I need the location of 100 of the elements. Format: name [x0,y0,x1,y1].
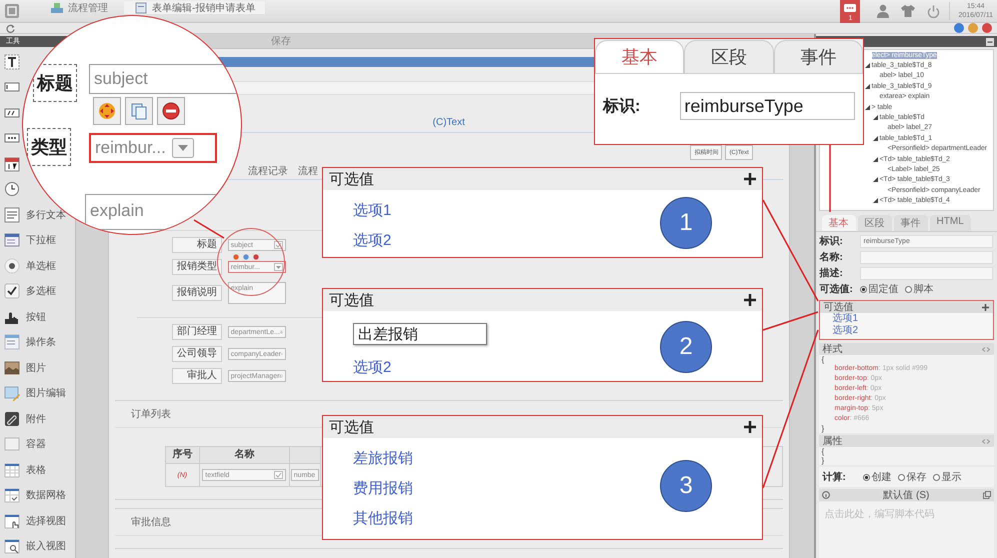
radio-label[interactable]: 保存 [906,470,927,484]
paperclip-icon[interactable] [4,410,20,427]
textarea-icon[interactable] [4,206,20,223]
panel-tab[interactable]: 事件 [774,40,863,73]
checkmark-icon[interactable] [4,283,20,300]
tool-item[interactable]: 操作条 [26,335,56,350]
form-tab[interactable]: 流程记录 [248,164,288,178]
input-field[interactable] [860,250,993,264]
copy-icon[interactable] [242,253,250,261]
add-icon[interactable] [744,294,756,306]
panel-tab[interactable]: 基本 [822,215,856,231]
option-item[interactable]: 选项2 [353,226,660,256]
window-dot-icon[interactable] [968,23,978,33]
form-tab[interactable]: 流程 [298,164,318,178]
dropdown-arrow-icon[interactable] [274,263,283,271]
panel-tab[interactable]: 区段 [858,215,892,231]
option-item[interactable]: 选项2 [353,353,660,383]
tool-item[interactable]: 下拉框 [26,233,56,248]
clock-icon[interactable] [4,181,20,198]
panel-tab[interactable]: 基本 [595,40,684,73]
expanded-arrow-icon[interactable] [872,115,878,120]
code-brace: { [820,355,826,364]
panel-tab[interactable]: HTML [930,215,971,231]
person-icon[interactable] [280,328,283,336]
panel-tab[interactable]: 事件 [894,215,928,231]
radio-label[interactable]: 显示 [942,470,962,484]
field-label: 公司领导 [172,346,222,362]
input-field[interactable] [860,266,993,280]
option-item[interactable]: 差旅报销 [353,444,660,474]
select-view-icon[interactable] [4,512,20,529]
info-icon[interactable] [822,491,830,499]
panel-tab[interactable]: 区段 [684,40,774,73]
expanded-arrow-icon[interactable] [872,198,878,204]
option-item[interactable]: 费用报销 [353,474,660,504]
table-icon[interactable] [4,462,20,478]
field-label: 可选值: [820,282,854,296]
tool-item[interactable]: 表格 [26,462,46,477]
dropdown-icon[interactable] [4,232,20,248]
user-icon[interactable] [877,4,890,18]
image-icon[interactable] [4,360,20,376]
tool-item[interactable]: 多行文本 [26,208,66,222]
shirt-icon[interactable] [901,5,916,17]
expanded-arrow-icon[interactable] [864,84,870,89]
expanded-arrow-icon[interactable] [872,177,878,182]
column-header: 名称 [200,447,290,463]
tool-item[interactable]: 容器 [26,437,46,452]
tool-item[interactable]: 单选框 [26,258,56,273]
radio-label[interactable]: 创建 [872,470,892,484]
tool-item[interactable]: 多选框 [26,284,56,298]
code-brace: } [820,456,826,465]
field-label: 审批人 [172,368,222,384]
option-item[interactable]: 选项1 [820,313,993,325]
add-icon[interactable] [744,421,756,433]
delete-icon[interactable] [252,253,260,261]
tool-item[interactable]: 数据网格 [26,488,66,502]
radio-button[interactable] [860,286,867,292]
input-field[interactable]: reimburseType [680,92,855,120]
tool-item[interactable]: 选择视图 [26,514,66,528]
expanded-arrow-icon[interactable] [872,156,878,162]
move-arrows-icon[interactable] [98,102,116,120]
option-item[interactable]: 选项2 [820,325,993,337]
tool-item[interactable]: 图片编辑 [26,386,66,400]
dropdown-field[interactable]: reimbur... [89,133,217,163]
window-dot-icon[interactable] [982,23,992,33]
radio-label[interactable]: 固定值 [868,282,899,296]
input-field[interactable]: 出差报销 [353,323,487,345]
add-icon[interactable] [744,173,756,185]
tool-item[interactable]: 按钮 [26,310,46,324]
radio-button[interactable] [898,474,905,480]
move-icon[interactable] [232,253,240,261]
top-tab[interactable]: 表单编辑-报销申请表单 [124,1,266,14]
radio-button[interactable] [862,474,870,480]
tool-item[interactable]: 附件 [26,412,46,426]
window-icon[interactable] [983,491,991,499]
toolbar-icon[interactable] [4,334,20,350]
collapse-icon[interactable] [986,38,994,46]
embed-view-icon[interactable] [4,538,20,554]
radio-button[interactable] [904,286,912,292]
radio-label[interactable]: 脚本 [914,282,934,296]
tool-item[interactable]: 图片 [26,360,46,375]
section-title: 默认值 (S) [883,489,930,502]
calendar-icon[interactable] [4,156,20,172]
text-tool-icon[interactable] [4,54,20,70]
copy-icon[interactable] [130,102,148,120]
radio-button[interactable] [932,474,940,480]
step-number-badge: 1 [660,197,712,249]
tool-item[interactable]: 嵌入视图 [26,539,66,554]
data-grid-icon[interactable] [4,487,20,504]
expanded-arrow-icon[interactable] [864,63,870,68]
radio-icon[interactable] [4,258,20,274]
option-item[interactable]: 选项1 [353,196,660,226]
refresh-icon[interactable] [6,24,15,32]
window-dot-icon[interactable] [954,23,964,33]
expanded-arrow-icon[interactable] [864,104,870,110]
expanded-arrow-icon[interactable] [872,136,878,141]
app-logo-icon[interactable] [4,3,20,19]
top-tab[interactable]: 流程管理 [40,1,118,14]
section-title: 属性 [822,434,843,448]
field-label: 描述: [820,266,844,280]
delete-icon[interactable] [162,102,180,120]
